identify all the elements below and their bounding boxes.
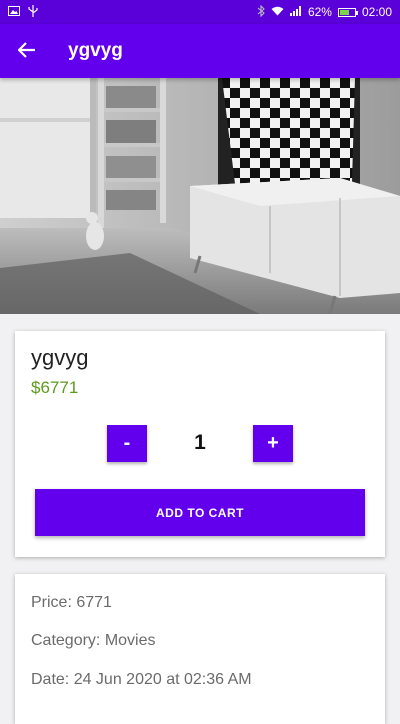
product-details-card: Price: 6771 Category: Movies Date: 24 Ju… xyxy=(15,574,385,724)
battery-level xyxy=(339,9,349,15)
product-image xyxy=(0,78,400,314)
quantity-value: 1 xyxy=(194,431,206,454)
back-button[interactable] xyxy=(0,24,54,78)
product-price: $6771 xyxy=(31,378,79,397)
detail-price: Price: 6771 xyxy=(31,594,112,611)
add-to-cart-button[interactable]: ADD TO CART xyxy=(35,489,365,536)
bluetooth-icon xyxy=(257,4,265,20)
wifi-icon xyxy=(271,6,284,19)
usb-icon xyxy=(28,4,38,20)
detail-category: Category: Movies xyxy=(31,632,156,649)
app-bar-title: ygvyg xyxy=(68,40,123,61)
battery-icon xyxy=(337,7,358,17)
quantity-stepper: - 1 + xyxy=(15,425,385,463)
product-card: ygvyg $6771 - 1 + ADD TO CART xyxy=(15,331,385,557)
status-bar: 62% 02:00 xyxy=(0,0,400,24)
increase-quantity-button[interactable]: + xyxy=(253,425,293,462)
signal-icon xyxy=(289,5,302,19)
status-left-icons xyxy=(8,4,38,20)
app-bar: ygvyg xyxy=(0,24,400,78)
battery-percent: 62% xyxy=(307,5,332,19)
arrow-back-icon xyxy=(17,37,36,65)
status-time: 02:00 xyxy=(361,5,392,19)
image-icon xyxy=(8,5,20,19)
detail-date: Date: 24 Jun 2020 at 02:36 AM xyxy=(31,671,252,688)
product-name: ygvyg xyxy=(31,345,89,370)
decrease-quantity-button[interactable]: - xyxy=(107,425,147,462)
status-right-icons: 62% 02:00 xyxy=(257,4,392,20)
